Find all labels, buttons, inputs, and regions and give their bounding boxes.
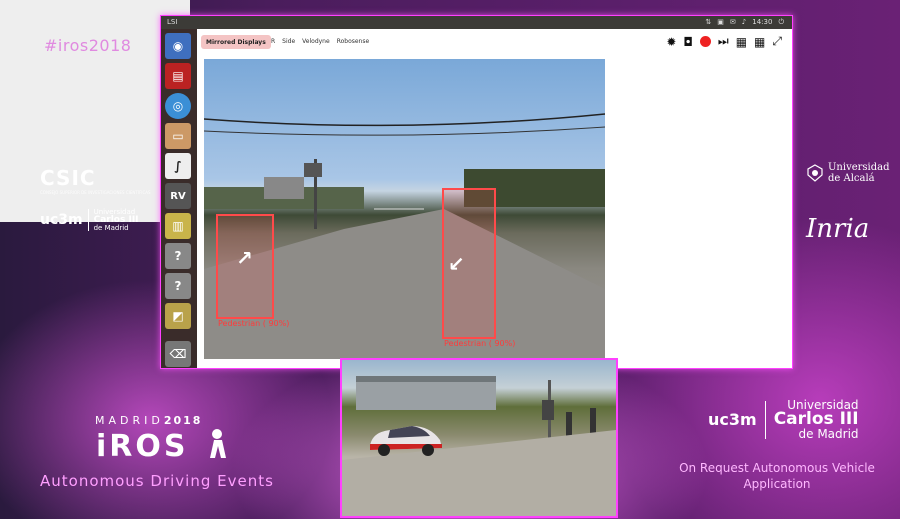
- project-caption: On Request Autonomous Vehicle Applicatio…: [679, 461, 875, 491]
- mail-icon[interactable]: ✉: [730, 18, 736, 27]
- dash-icon[interactable]: ◉: [165, 33, 191, 59]
- uc3m-text: uc3m: [40, 212, 83, 228]
- iros-logo-text: iROS: [96, 429, 189, 464]
- madrid-text: de Madrid: [798, 427, 859, 441]
- tab-velodyne[interactable]: Velodyne: [302, 38, 330, 45]
- volume-icon[interactable]: ♪: [742, 18, 746, 27]
- text-editor-icon[interactable]: ∫: [165, 153, 191, 179]
- mirrored-displays-button[interactable]: Mirrored Displays: [201, 35, 271, 49]
- uc3m-logo-left: uc3m Universidad Carlos III de Madrid: [40, 208, 139, 232]
- crest-icon: [807, 164, 823, 182]
- event-title: Autonomous Driving Events: [40, 472, 274, 490]
- tab-r[interactable]: R: [271, 38, 275, 45]
- rviz-label: RV: [170, 190, 186, 202]
- robot-figure-icon: [209, 429, 226, 458]
- year-label: 2018: [163, 414, 203, 427]
- play-next-icon[interactable]: ⏭: [718, 34, 729, 49]
- madrid-text: de Madrid: [93, 224, 129, 232]
- clock[interactable]: 14:30: [752, 18, 772, 27]
- keyboard-icon[interactable]: ▣: [717, 18, 724, 27]
- onboard-camera-inset: [340, 358, 618, 518]
- power-icon[interactable]: ⏻: [778, 18, 784, 27]
- grid-alt-icon[interactable]: ▦: [754, 35, 765, 49]
- tab-robosense[interactable]: Robosense: [337, 38, 370, 45]
- files-icon[interactable]: ▭: [165, 123, 191, 149]
- carlos-text: Carlos III: [773, 409, 859, 429]
- inria-logo: Inria: [806, 214, 870, 244]
- csic-subtitle: CONSEJO SUPERIOR DE INVESTIGACIONES CIEN…: [40, 190, 151, 195]
- autonomous-car: [370, 426, 442, 456]
- unknown-app-icon[interactable]: ?: [165, 273, 191, 299]
- uc3m-name: Universidad Carlos III de Madrid: [94, 208, 139, 232]
- monitor-icon[interactable]: ◩: [165, 303, 191, 329]
- alcala-line2: de Alcalá: [828, 173, 875, 184]
- iros-logo: iROS: [96, 428, 228, 464]
- bug-icon[interactable]: ✹: [666, 35, 676, 49]
- divider: [764, 400, 766, 439]
- terminal-icon[interactable]: ▤: [165, 63, 191, 89]
- alcala-logo: Universidad de Alcalá: [806, 162, 890, 184]
- direction-arrow: ↗: [236, 246, 253, 270]
- csic-text: CSIC: [40, 166, 96, 190]
- detection-box: ↗: [216, 214, 274, 319]
- direction-arrow: ↙: [448, 252, 465, 276]
- network-icon[interactable]: ⇅: [705, 18, 711, 27]
- detection-label: Pedestrian ( 90%): [444, 339, 516, 348]
- archive-icon[interactable]: ▥: [165, 213, 191, 239]
- desktop-screen: LSI ⇅ ▣ ✉ ♪ 14:30 ⏻ ◉ ▤ ◎ ▭ ∫ RV ▥ ? ? ◩…: [160, 15, 793, 369]
- tab-side[interactable]: Side: [282, 38, 295, 45]
- hashtag: #iros2018: [44, 36, 132, 55]
- camera-feed: ↗ Pedestrian ( 90%) ↙ Pedestrian ( 90%): [204, 59, 605, 359]
- detection-box: ↙: [442, 188, 496, 339]
- chromium-icon[interactable]: ◎: [165, 93, 191, 119]
- csic-logo: CSIC CONSEJO SUPERIOR DE INVESTIGACIONES…: [40, 166, 151, 195]
- app-name: LSI: [167, 18, 178, 26]
- toolbar-icons: ✹ ◘ ⏭ ▦ ▦ ⤢: [666, 34, 782, 49]
- grid-icon[interactable]: ▦: [736, 35, 747, 49]
- uc3m-logo-right: uc3m Universidad Carlos III de Madrid: [708, 398, 859, 441]
- trash-icon[interactable]: ⌫: [165, 341, 191, 367]
- divider: [87, 209, 89, 231]
- alcala-line1: Universidad: [828, 162, 890, 173]
- unknown-app-icon[interactable]: ?: [165, 243, 191, 269]
- rviz-icon[interactable]: RV: [165, 183, 191, 209]
- city-label: MADRID: [95, 414, 164, 427]
- record-icon[interactable]: [699, 36, 711, 47]
- video-frame: #iros2018 CSIC CONSEJO SUPERIOR DE INVES…: [0, 0, 900, 519]
- app-toolbar: Mirrored Displays R Side Velodyne Robose…: [197, 29, 792, 55]
- unity-launcher: ◉ ▤ ◎ ▭ ∫ RV ▥ ? ? ◩ ⌫: [161, 29, 197, 368]
- system-topbar: LSI ⇅ ▣ ✉ ♪ 14:30 ⏻: [161, 16, 792, 29]
- detection-label: Pedestrian ( 90%): [218, 319, 290, 328]
- uc3m-name: Universidad Carlos III de Madrid: [774, 398, 859, 441]
- madrid-label: MADRID2018: [95, 414, 202, 427]
- system-tray: ⇅ ▣ ✉ ♪ 14:30 ⏻: [705, 18, 784, 27]
- fullscreen-icon[interactable]: ⤢: [772, 34, 782, 49]
- uc3m-text: uc3m: [708, 410, 757, 429]
- view-tabs: R Side Velodyne Robosense: [271, 38, 369, 45]
- camera-icon[interactable]: ◘: [683, 35, 693, 49]
